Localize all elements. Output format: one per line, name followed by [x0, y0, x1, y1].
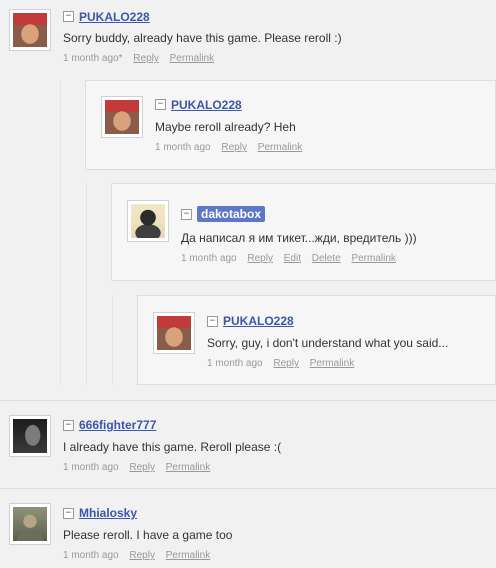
- collapse-icon[interactable]: −: [207, 316, 218, 327]
- user-avatar[interactable]: [101, 96, 143, 138]
- comment-text: Sorry buddy, already have this game. Ple…: [63, 31, 342, 45]
- reply-link[interactable]: Reply: [129, 462, 155, 473]
- collapse-icon[interactable]: −: [181, 209, 192, 220]
- edit-link[interactable]: Edit: [284, 253, 301, 264]
- user-avatar-pukalo-icon: [13, 13, 47, 47]
- comment-meta: 1 month ago Reply Permalink: [63, 550, 210, 561]
- collapse-icon[interactable]: −: [63, 11, 74, 22]
- user-avatar-dakotabox-icon: [131, 204, 165, 238]
- delete-link[interactable]: Delete: [312, 253, 341, 264]
- comment-meta: 1 month ago Reply Permalink: [155, 142, 302, 153]
- username-link[interactable]: 666fighter777: [79, 418, 156, 432]
- current-user-badge[interactable]: dakotabox: [197, 206, 266, 222]
- reply-link[interactable]: Reply: [273, 358, 299, 369]
- comment-text: I already have this game. Reroll please …: [63, 440, 282, 454]
- user-avatar-mhialosky-icon: [13, 507, 47, 541]
- user-avatar[interactable]: [127, 200, 169, 242]
- comment-time: 1 month ago: [181, 253, 237, 264]
- user-avatar-666fighter777-icon: [13, 419, 47, 453]
- collapse-icon[interactable]: −: [63, 508, 74, 519]
- comment-time: 1 month ago: [207, 358, 263, 369]
- comment-meta: 1 month ago Reply Edit Delete Permalink: [181, 253, 396, 264]
- reply-link[interactable]: Reply: [247, 253, 273, 264]
- comment-thread: − PUKALO228 Sorry buddy, already have th…: [0, 0, 496, 568]
- thread-line: [86, 182, 87, 385]
- comment-meta: 1 month ago* Reply Permalink: [63, 53, 214, 64]
- reply-link[interactable]: Reply: [129, 550, 155, 561]
- user-avatar[interactable]: [9, 415, 51, 457]
- reply-link[interactable]: Reply: [221, 142, 247, 153]
- collapse-icon[interactable]: −: [63, 420, 74, 431]
- user-avatar[interactable]: [153, 312, 195, 354]
- username-link[interactable]: PUKALO228: [223, 314, 294, 328]
- thread-line: [112, 295, 113, 385]
- comment-time: 1 month ago: [63, 550, 119, 561]
- comment-text: Да написал я им тикет...жди, вредитель )…: [181, 231, 417, 245]
- comment-text: Please reroll. I have a game too: [63, 528, 233, 542]
- username-link[interactable]: PUKALO228: [79, 10, 150, 24]
- user-avatar-pukalo-icon: [105, 100, 139, 134]
- permalink-link[interactable]: Permalink: [166, 462, 210, 473]
- permalink-link[interactable]: Permalink: [170, 53, 214, 64]
- comment-divider: [0, 488, 496, 489]
- username-link[interactable]: PUKALO228: [171, 98, 242, 112]
- user-avatar[interactable]: [9, 503, 51, 545]
- username-link[interactable]: Mhialosky: [79, 506, 137, 520]
- comment-time: 1 month ago: [155, 142, 211, 153]
- comment-text: Sorry, guy, i don't understand what you …: [207, 336, 449, 350]
- user-avatar-pukalo-icon: [157, 316, 191, 350]
- comment-text: Maybe reroll already? Heh: [155, 120, 296, 134]
- thread-line: [60, 80, 61, 385]
- comment-meta: 1 month ago Reply Permalink: [207, 358, 354, 369]
- permalink-link[interactable]: Permalink: [351, 253, 395, 264]
- permalink-link[interactable]: Permalink: [310, 358, 354, 369]
- comment-divider: [0, 400, 496, 401]
- reply-link[interactable]: Reply: [133, 53, 159, 64]
- collapse-icon[interactable]: −: [155, 99, 166, 110]
- permalink-link[interactable]: Permalink: [258, 142, 302, 153]
- comment-time: 1 month ago: [63, 462, 119, 473]
- user-avatar[interactable]: [9, 9, 51, 51]
- comment-meta: 1 month ago Reply Permalink: [63, 462, 210, 473]
- comment-time: 1 month ago*: [63, 53, 123, 64]
- permalink-link[interactable]: Permalink: [166, 550, 210, 561]
